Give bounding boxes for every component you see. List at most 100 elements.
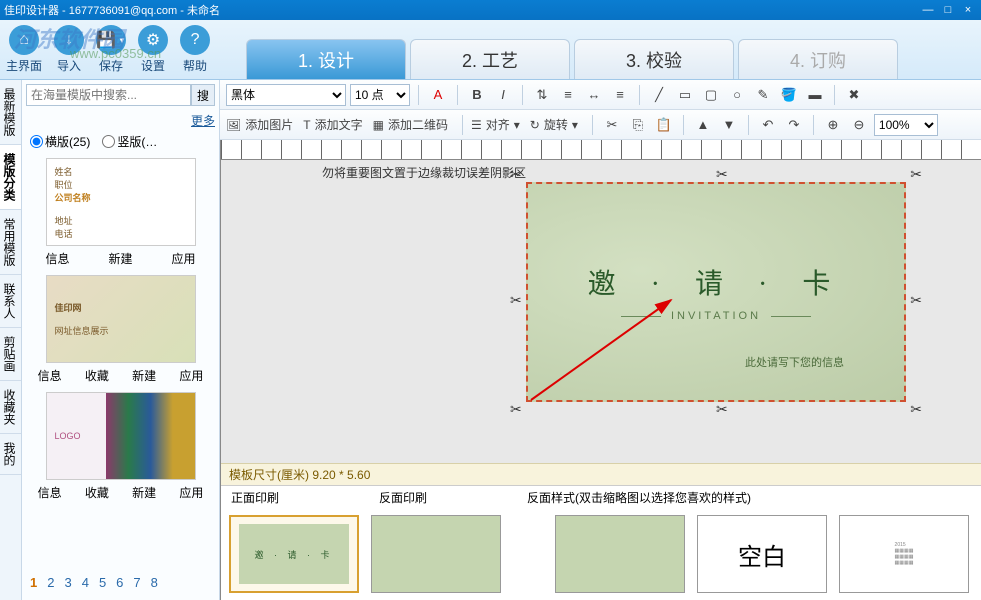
more-link[interactable]: 更多 <box>26 112 215 129</box>
step-design-tab[interactable]: 1. 设计 <box>246 39 406 79</box>
step-order-tab[interactable]: 4. 订购 <box>738 39 898 79</box>
lefttab-my[interactable]: 我的 <box>0 434 21 475</box>
tpl3-fav[interactable]: 收藏 <box>85 484 109 501</box>
line-tool[interactable]: ╱ <box>648 84 670 106</box>
page-5[interactable]: 5 <box>99 575 106 590</box>
backstyle-thumb-blank[interactable]: 空白 <box>697 515 827 593</box>
tpl2-fav[interactable]: 收藏 <box>85 367 109 384</box>
template-thumb-1[interactable]: 姓名职位公司名称地址电话 <box>46 158 196 246</box>
page-1[interactable]: 1 <box>30 575 37 590</box>
search-button[interactable]: 搜 <box>191 84 215 106</box>
page-3[interactable]: 3 <box>64 575 71 590</box>
orientation-vertical[interactable]: 竖版(… <box>102 133 157 150</box>
lefttab-clipart[interactable]: 剪贴画 <box>0 328 21 381</box>
lefttab-category[interactable]: 模版分类 <box>0 145 21 210</box>
close-button[interactable]: × <box>959 3 977 17</box>
char-spacing-button[interactable]: ↔ <box>583 84 605 106</box>
cut-button[interactable]: ✂ <box>601 114 623 136</box>
canvas-stage[interactable]: 勿将重要图文置于边缘裁切误差阴影区 ✂ ✂ ✂ ✂ ✂ ✂ ✂ ✂ 邀 · 请 … <box>221 160 981 463</box>
paste-button[interactable]: 📋 <box>653 114 675 136</box>
tpl1-new[interactable]: 新建 <box>108 250 132 267</box>
back-side-thumb[interactable] <box>371 515 501 593</box>
backstyle-thumb-1[interactable] <box>555 515 685 593</box>
front-side-thumb[interactable]: 邀 · 请 · 卡 <box>229 515 359 593</box>
undo-button[interactable]: ↶ <box>757 114 779 136</box>
rect-tool[interactable]: ▭ <box>674 84 696 106</box>
lefttab-contacts[interactable]: 联系人 <box>0 275 21 328</box>
zoom-out-button[interactable]: ⊖ <box>848 114 870 136</box>
send-back-button[interactable]: ▼ <box>718 114 740 136</box>
scissor-icon: ✂ <box>910 166 922 183</box>
fill-tool[interactable]: 🪣 <box>778 84 800 106</box>
lefttab-latest[interactable]: 最新模版 <box>0 80 21 145</box>
scissor-icon: ✂ <box>716 401 728 418</box>
horizontal-ruler <box>221 140 981 160</box>
dimension-bar: 模板尺寸(厘米) 9.20 * 5.60 <box>221 463 981 485</box>
add-image-button[interactable]: 🖼 添加图片 <box>226 116 293 133</box>
pen-tool[interactable]: ✎ <box>752 84 774 106</box>
rotate-dropdown[interactable]: ↻ 旋转 ▾ <box>530 116 578 133</box>
step-verify-tab[interactable]: 3. 校验 <box>574 39 734 79</box>
scissor-icon: ✂ <box>716 166 728 183</box>
bring-front-button[interactable]: ▲ <box>692 114 714 136</box>
align-dropdown[interactable]: ☰ 对齐 ▾ <box>471 116 520 133</box>
tpl1-info[interactable]: 信息 <box>45 250 69 267</box>
font-color-button[interactable]: A <box>427 84 449 106</box>
font-size-select[interactable]: 10 点 <box>350 84 410 106</box>
scissor-icon: ✂ <box>510 401 522 418</box>
ellipse-tool[interactable]: ○ <box>726 84 748 106</box>
page-4[interactable]: 4 <box>82 575 89 590</box>
minimize-button[interactable]: — <box>919 3 937 17</box>
page-8[interactable]: 8 <box>151 575 158 590</box>
template-thumb-2[interactable]: 佳印网网址信息展示 <box>46 275 196 363</box>
delete-button[interactable]: ✖ <box>843 84 865 106</box>
font-family-select[interactable]: 黑体 <box>226 84 346 106</box>
roundrect-tool[interactable]: ▢ <box>700 84 722 106</box>
maximize-button[interactable]: □ <box>939 3 957 17</box>
main-menu-button[interactable]: ⌂主界面 <box>6 25 42 74</box>
back-style-label: 反面样式(双击缩略图以选择您喜欢的样式) <box>527 489 751 506</box>
lefttab-favorites[interactable]: 收藏夹 <box>0 381 21 434</box>
add-text-button[interactable]: T 添加文字 <box>303 116 362 133</box>
align-left-button[interactable]: ≡ <box>609 84 631 106</box>
card-info-text[interactable]: 此处请写下您的信息 <box>745 354 844 370</box>
italic-button[interactable]: I <box>492 84 514 106</box>
text-vertical-button[interactable]: ⇅ <box>531 84 553 106</box>
scissor-icon: ✂ <box>910 292 922 309</box>
tpl3-new[interactable]: 新建 <box>132 484 156 501</box>
card-title[interactable]: 邀 · 请 · 卡 <box>588 262 845 302</box>
orientation-horizontal[interactable]: 横版(25) <box>30 133 90 150</box>
tpl3-info[interactable]: 信息 <box>38 484 62 501</box>
stroke-tool[interactable]: ▬ <box>804 84 826 106</box>
save-button[interactable]: 💾保存 <box>96 25 126 74</box>
window-title: 佳印设计器 - 1677736091@qq.com - 未命名 <box>4 2 220 18</box>
zoom-in-button[interactable]: ⊕ <box>822 114 844 136</box>
backstyle-thumb-calendar[interactable]: 2015▦▦▦▦▦▦▦▦▦▦▦▦ <box>839 515 969 593</box>
front-print-label: 正面印刷 <box>231 489 279 506</box>
tpl2-info[interactable]: 信息 <box>38 367 62 384</box>
help-button[interactable]: ?帮助 <box>180 25 210 74</box>
zoom-select[interactable]: 100% <box>874 114 938 136</box>
tpl3-apply[interactable]: 应用 <box>179 484 203 501</box>
template-thumb-3[interactable]: LOGO <box>46 392 196 480</box>
import-button[interactable]: ↓导入 <box>54 25 84 74</box>
tpl2-new[interactable]: 新建 <box>132 367 156 384</box>
template-search-input[interactable] <box>26 84 191 106</box>
card-subtitle[interactable]: INVITATION <box>671 310 761 322</box>
lefttab-common[interactable]: 常用模版 <box>0 210 21 275</box>
tpl2-apply[interactable]: 应用 <box>179 367 203 384</box>
card-frame[interactable]: ✂ ✂ ✂ ✂ ✂ ✂ ✂ ✂ 邀 · 请 · 卡 INVITATION 此处请… <box>526 182 906 402</box>
redo-button[interactable]: ↷ <box>783 114 805 136</box>
copy-button[interactable]: ⎘ <box>627 114 649 136</box>
scissor-icon: ✂ <box>510 292 522 309</box>
line-spacing-button[interactable]: ≡ <box>557 84 579 106</box>
page-2[interactable]: 2 <box>47 575 54 590</box>
tpl1-apply[interactable]: 应用 <box>171 250 195 267</box>
page-6[interactable]: 6 <box>116 575 123 590</box>
add-qrcode-button[interactable]: ▦ 添加二维码 <box>373 116 448 133</box>
page-7[interactable]: 7 <box>133 575 140 590</box>
back-print-label: 反面印刷 <box>379 489 427 506</box>
step-craft-tab[interactable]: 2. 工艺 <box>410 39 570 79</box>
settings-button[interactable]: ⚙设置 <box>138 25 168 74</box>
bold-button[interactable]: B <box>466 84 488 106</box>
